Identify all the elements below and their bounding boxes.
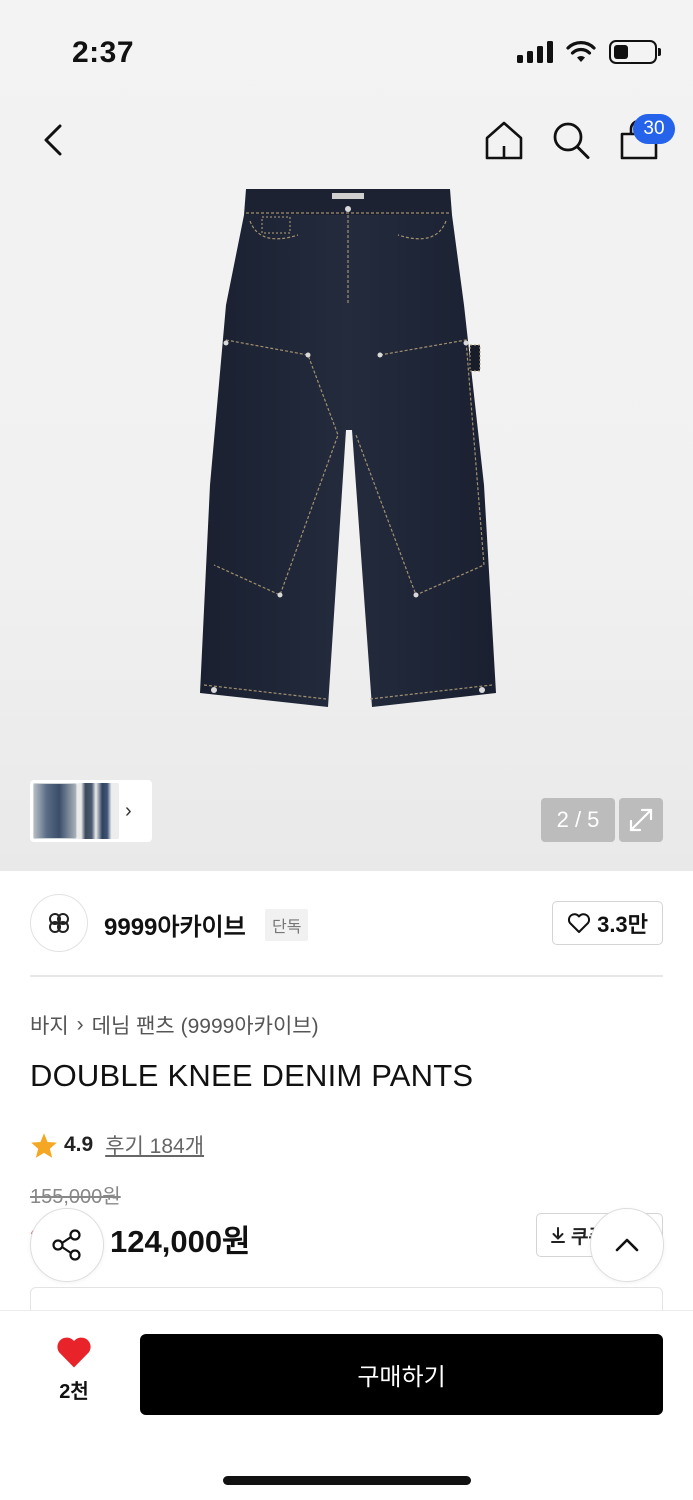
home-icon[interactable] xyxy=(484,118,524,162)
wish-button[interactable]: 2천 xyxy=(46,1335,102,1404)
product-title: DOUBLE KNEE DENIM PANTS xyxy=(30,1058,474,1093)
product-image[interactable] xyxy=(190,185,505,715)
scroll-top-button[interactable] xyxy=(590,1208,664,1282)
breadcrumb: 바지 › 데님 팬츠 (9999아카이브) xyxy=(30,1010,319,1040)
exclusive-badge: 단독 xyxy=(265,909,309,941)
sale-price: 124,000원 xyxy=(110,1224,251,1259)
wish-count: 2천 xyxy=(59,1381,89,1403)
share-button[interactable] xyxy=(30,1208,104,1282)
battery-icon xyxy=(609,40,661,64)
wifi-icon xyxy=(566,41,596,62)
image-counter: 2 / 5 xyxy=(541,798,615,842)
divider xyxy=(30,975,663,977)
expand-button[interactable] xyxy=(619,798,663,842)
thumbnail-2[interactable] xyxy=(77,783,119,839)
brand-like-button[interactable]: 3.3만 xyxy=(552,901,663,945)
brand-like-count: 3.3만 xyxy=(597,912,648,937)
brand-logo-icon xyxy=(49,913,69,933)
expand-icon xyxy=(629,808,653,832)
heart-outline-icon xyxy=(568,913,591,933)
breadcrumb-separator-icon: › xyxy=(76,1013,84,1036)
buy-button[interactable]: 구매하기 xyxy=(140,1334,663,1415)
star-icon xyxy=(31,1132,57,1158)
signal-icon xyxy=(517,41,553,63)
status-time: 2:37 xyxy=(72,36,135,69)
download-icon xyxy=(551,1227,565,1243)
rating-row: 4.9 후기 184개 xyxy=(30,1130,204,1160)
thumbnail-1[interactable] xyxy=(33,783,77,839)
original-price: 155,000원 xyxy=(30,1186,121,1208)
brand-name[interactable]: 9999아카이브 xyxy=(104,907,246,942)
rating-value: 4.9 xyxy=(64,1133,94,1156)
cart-count-badge: 30 xyxy=(633,114,675,144)
search-icon[interactable] xyxy=(550,118,592,162)
home-indicator[interactable] xyxy=(223,1476,471,1485)
chevron-up-icon xyxy=(615,1238,639,1252)
status-icons xyxy=(517,40,661,64)
thumbnail-strip[interactable]: › xyxy=(30,780,152,842)
back-icon[interactable] xyxy=(36,118,72,162)
heart-filled-icon xyxy=(57,1337,91,1368)
share-icon xyxy=(52,1229,81,1261)
review-link[interactable]: 후기 184개 xyxy=(105,1130,204,1160)
breadcrumb-category[interactable]: 바지 xyxy=(30,1010,69,1040)
thumbnail-next-icon[interactable]: › xyxy=(125,800,132,823)
brand-logo[interactable] xyxy=(30,894,88,952)
breadcrumb-subcategory[interactable]: 데님 팬츠 (9999아카이브) xyxy=(92,1010,319,1040)
